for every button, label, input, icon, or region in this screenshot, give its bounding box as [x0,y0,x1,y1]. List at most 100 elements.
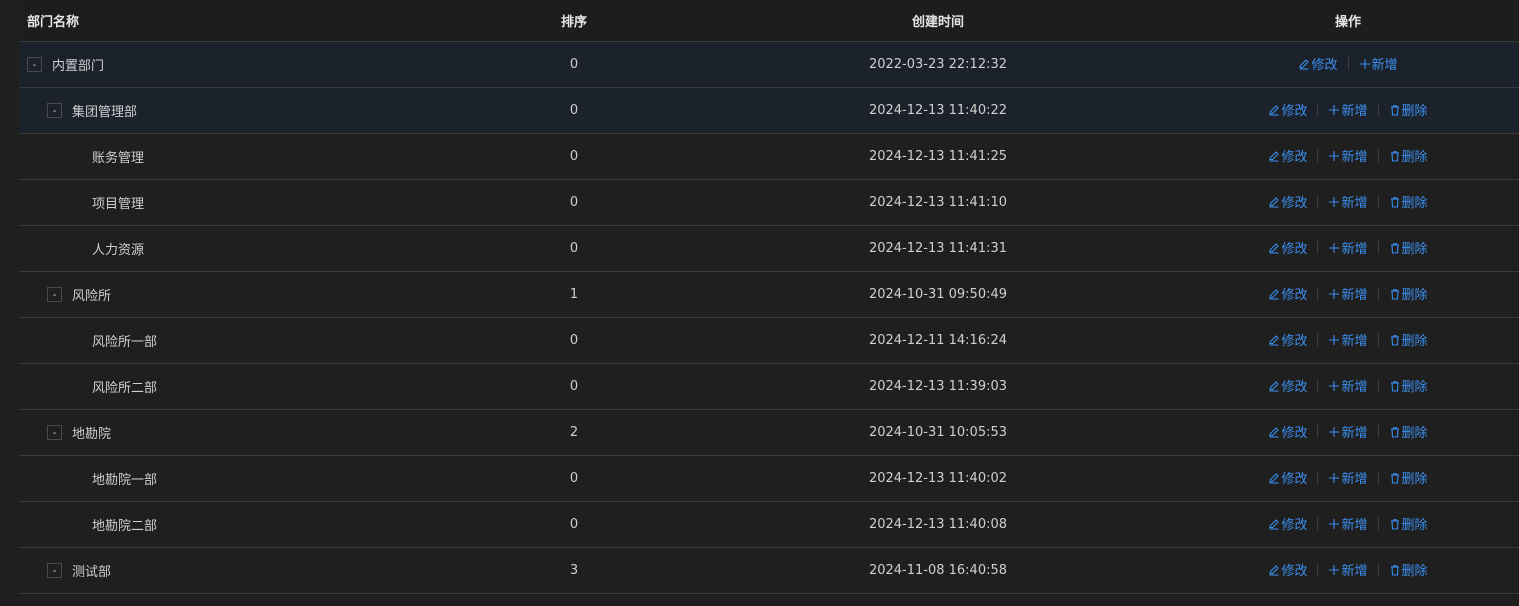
action-divider [1317,241,1319,255]
action-divider [1317,149,1319,163]
sort-cell: 0 [569,148,579,164]
trash-icon [1389,334,1402,346]
dept-name-cell: 项目管理 [19,179,449,225]
edit-button[interactable]: 修改 [1268,514,1307,533]
delete-button[interactable]: 删除 [1389,100,1428,119]
dept-name: 测试部 [72,564,112,580]
dept-name: 地勘院一部 [92,472,158,488]
edit-button[interactable]: 修改 [1298,54,1338,73]
delete-button[interactable]: 删除 [1389,330,1428,349]
action-divider [1377,425,1379,439]
trash-icon [1389,196,1402,208]
add-button[interactable]: 新增 [1328,100,1368,119]
col-header-name[interactable]: 部门名称 [19,0,449,42]
action-divider [1317,379,1319,393]
delete-button[interactable]: 删除 [1389,514,1428,533]
table-body: - 内置部门 0 2022-03-23 22:12:32 修改 新增 - 集团管… [19,41,1519,593]
edit-button[interactable]: 修改 [1268,468,1307,487]
plus-icon [1328,518,1341,530]
add-button[interactable]: 新增 [1328,146,1368,165]
collapse-toggle-icon[interactable]: - [47,102,62,118]
delete-button[interactable]: 删除 [1389,238,1428,257]
edit-button[interactable]: 修改 [1268,560,1307,579]
edit-icon [1268,104,1281,116]
delete-label: 删除 [1401,426,1428,442]
edit-button[interactable]: 修改 [1268,376,1307,395]
add-button[interactable]: 新增 [1328,514,1368,533]
edit-button[interactable]: 修改 [1268,422,1307,441]
table-row[interactable]: 账务管理 0 2024-12-13 11:41:25 修改 新增 删除 [19,133,1519,179]
add-button[interactable]: 新增 [1328,284,1368,303]
plus-icon [1328,472,1341,484]
edit-icon [1268,380,1281,392]
sort-cell: 2 [569,424,579,440]
delete-button[interactable]: 删除 [1389,468,1428,487]
sort-cell: 0 [569,56,579,72]
collapse-toggle-icon[interactable]: - [47,424,62,440]
collapse-toggle-icon[interactable]: - [47,286,62,302]
add-button[interactable]: 新增 [1328,560,1368,580]
add-button[interactable]: 新增 [1328,330,1368,349]
add-button[interactable]: 新增 [1328,376,1368,395]
add-button[interactable]: 新增 [1328,468,1368,487]
table-row[interactable]: 人力资源 0 2024-12-13 11:41:31 修改 新增 删除 [19,225,1519,271]
action-divider [1377,379,1379,393]
edit-button[interactable]: 修改 [1268,100,1307,119]
table-row[interactable]: - 集团管理部 0 2024-12-13 11:40:22 修改 新增 删除 [19,87,1519,133]
dept-name: 项目管理 [92,196,145,212]
table-row[interactable]: - 测试部 3 2024-11-08 16:40:58 修改 新增 删除 [19,547,1519,593]
delete-button[interactable]: 删除 [1389,146,1428,165]
sort-cell: 1 [569,286,579,302]
delete-button[interactable]: 删除 [1389,284,1428,303]
delete-button[interactable]: 删除 [1389,422,1428,441]
add-button[interactable]: 新增 [1359,54,1398,73]
edit-button[interactable]: 修改 [1268,192,1307,211]
edit-label: 修改 [1281,242,1308,258]
table-row[interactable]: - 地勘院 2 2024-10-31 10:05:53 修改 新增 删除 [19,409,1519,455]
actions-cell: 修改 新增 [1177,41,1519,87]
dept-name: 人力资源 [92,242,145,258]
dept-name-cell: - 地勘院 [19,409,449,455]
dept-tree-table-wrapper: 部门名称 排序 创建时间 操作 - 内置部门 0 2022-03-23 22:1… [19,0,1519,606]
edit-label: 修改 [1281,426,1308,442]
table-row[interactable]: - 风险所 1 2024-10-31 09:50:49 修改 新增 删除 [19,271,1519,317]
col-header-sort[interactable]: 排序 [449,0,699,42]
action-divider [1377,471,1379,485]
action-divider [1377,103,1379,117]
collapse-toggle-icon[interactable]: - [27,56,42,72]
edit-button[interactable]: 修改 [1268,238,1307,257]
edit-button[interactable]: 修改 [1268,330,1307,349]
table-row[interactable]: 项目管理 0 2024-12-13 11:41:10 修改 新增 删除 [19,179,1519,225]
plus-icon [1328,334,1341,346]
add-button[interactable]: 新增 [1328,238,1368,257]
add-label: 新增 [1341,564,1368,580]
action-divider [1317,103,1319,117]
delete-label: 删除 [1401,150,1428,166]
add-button[interactable]: 新增 [1328,192,1368,211]
actions-cell: 修改 新增 删除 [1177,547,1519,593]
delete-label: 删除 [1401,518,1428,534]
table-row[interactable]: 地勘院一部 0 2024-12-13 11:40:02 修改 新增 删除 [19,455,1519,501]
table-row[interactable]: 风险所一部 0 2024-12-11 14:16:24 修改 新增 删除 [19,317,1519,363]
table-row[interactable]: 地勘院二部 0 2024-12-13 11:40:08 修改 新增 删除 [19,501,1519,547]
actions-cell: 修改 新增 删除 [1177,271,1519,317]
dept-name-cell: - 测试部 [19,547,449,593]
collapse-toggle-icon[interactable]: - [47,562,62,578]
edit-button[interactable]: 修改 [1268,284,1307,303]
created-time-cell: 2024-10-31 09:50:49 [868,286,1008,302]
delete-button[interactable]: 删除 [1389,192,1428,211]
add-button[interactable]: 新增 [1328,422,1368,442]
col-header-created[interactable]: 创建时间 [699,0,1177,42]
actions-cell: 修改 新增 删除 [1177,87,1519,133]
action-divider [1377,333,1379,347]
edit-button[interactable]: 修改 [1268,146,1307,165]
action-divider [1347,57,1349,71]
table-header-row: 部门名称 排序 创建时间 操作 [19,0,1519,42]
table-row[interactable]: - 内置部门 0 2022-03-23 22:12:32 修改 新增 [19,41,1519,87]
delete-button[interactable]: 删除 [1389,376,1428,395]
dept-name: 风险所 [72,288,112,304]
add-label: 新增 [1341,426,1368,442]
plus-icon [1328,104,1341,116]
delete-button[interactable]: 删除 [1389,560,1428,579]
table-row[interactable]: 风险所二部 0 2024-12-13 11:39:03 修改 新增 删除 [19,363,1519,409]
